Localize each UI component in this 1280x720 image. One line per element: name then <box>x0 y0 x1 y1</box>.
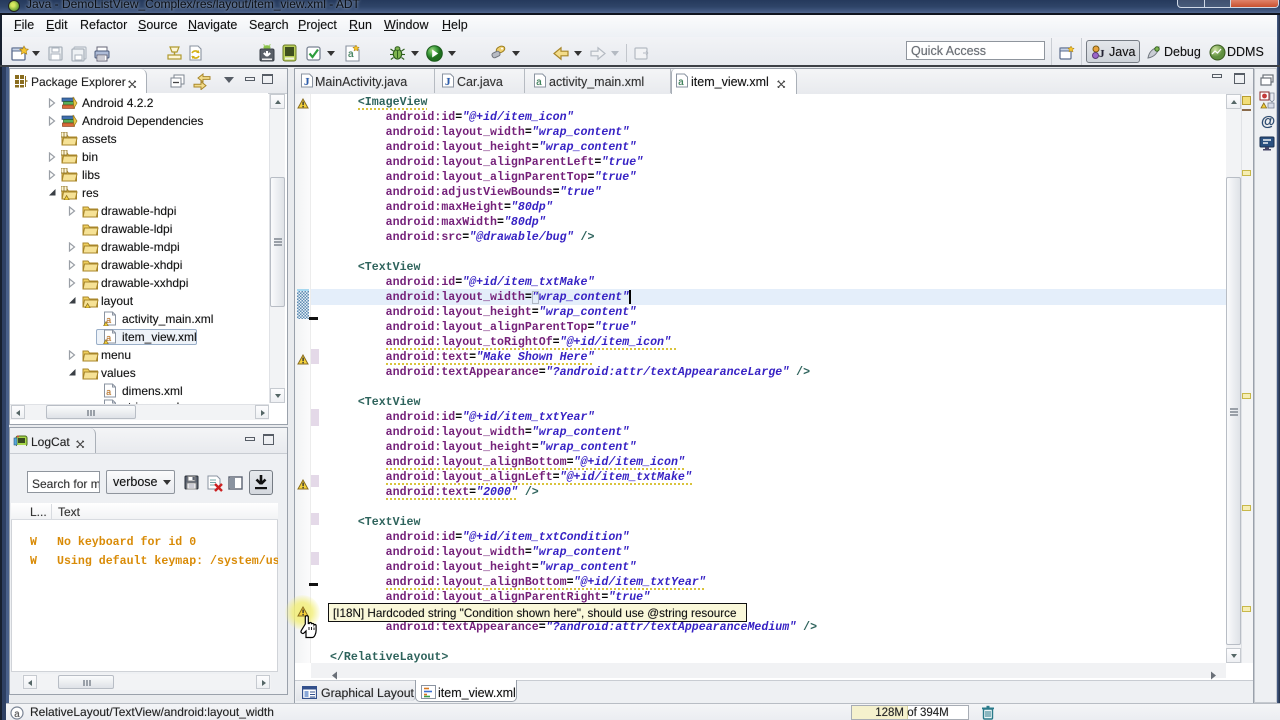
svg-text:a: a <box>348 49 354 60</box>
svg-text:a: a <box>106 388 112 398</box>
svg-text:J: J <box>1099 48 1105 60</box>
svg-text:J: J <box>445 76 451 88</box>
svg-text:a: a <box>14 710 20 720</box>
svg-text:J: J <box>304 76 310 88</box>
svg-text:a: a <box>678 78 684 88</box>
svg-text:a: a <box>536 78 542 88</box>
